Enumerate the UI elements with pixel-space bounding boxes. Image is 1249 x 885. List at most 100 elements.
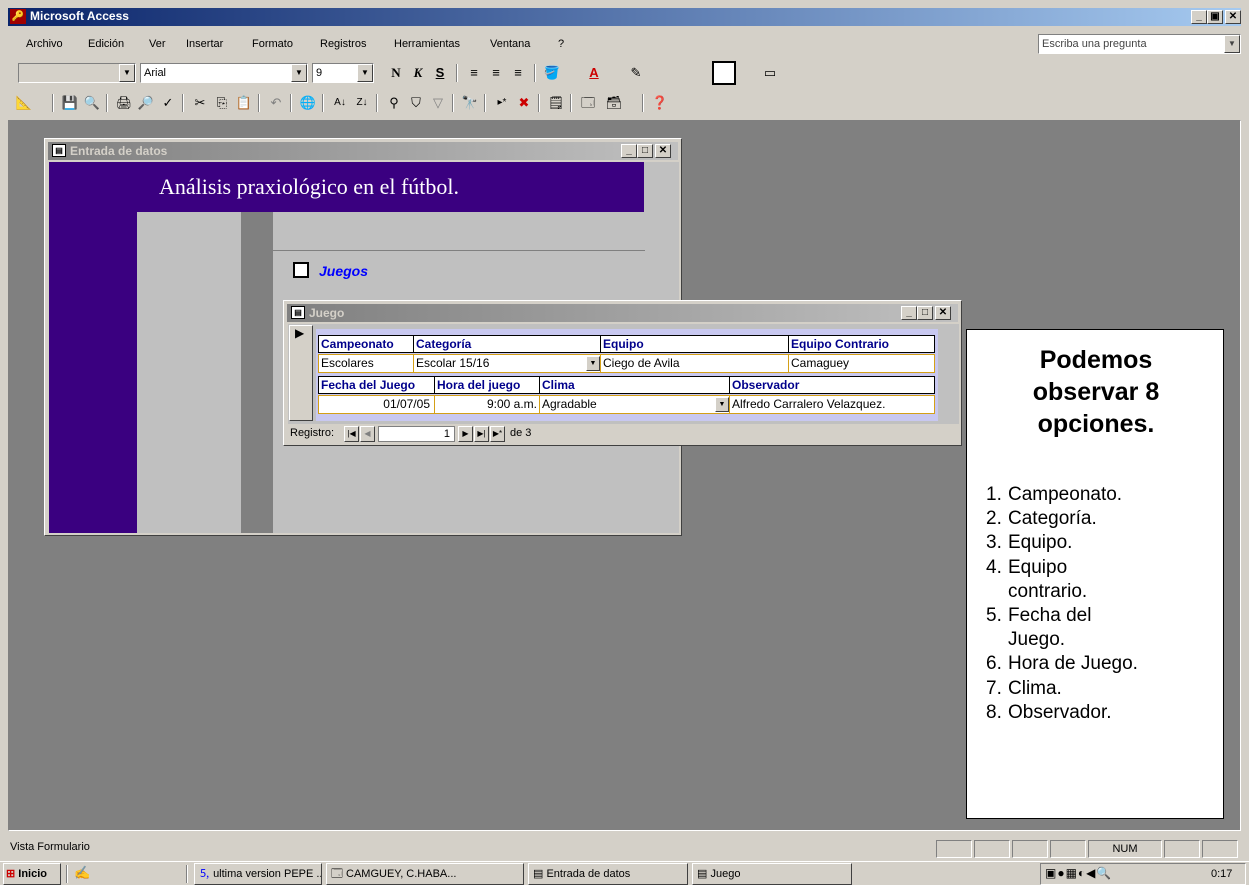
help-icon[interactable]: ❓ <box>650 93 670 113</box>
italic-button[interactable]: K <box>408 63 428 83</box>
last-record-button[interactable]: ▶| <box>474 426 489 442</box>
align-center-icon[interactable]: ≡ <box>486 63 506 83</box>
close-button[interactable]: ✕ <box>1225 10 1241 24</box>
taskbar-item-camguey[interactable]: 🗔 CAMGUEY, C.HABA... <box>326 863 524 885</box>
border-icon[interactable] <box>712 61 736 85</box>
new-record-button[interactable]: ▶* <box>490 426 505 442</box>
menu-help[interactable]: ? <box>558 34 564 54</box>
filter-form-icon[interactable]: ⛉ <box>406 93 426 113</box>
start-button[interactable]: ⊞ Inicio <box>3 863 61 885</box>
delete-record-icon[interactable]: ✖ <box>514 93 534 113</box>
filter-selection-icon[interactable]: ⚲ <box>384 93 404 113</box>
categoria-dropdown-arrow[interactable]: ▼ <box>586 356 600 371</box>
new-object-icon[interactable]: 🗃 <box>604 93 624 113</box>
field-campeonato[interactable]: Escolares <box>318 354 414 373</box>
taskbar-item-word[interactable]: 🄆 ultima version PEPE ... <box>194 863 322 885</box>
fill-color-icon[interactable]: 🪣 <box>542 63 562 83</box>
hyperlink-icon[interactable]: 🌐 <box>298 93 318 113</box>
cut-icon[interactable]: ✂ <box>190 93 210 113</box>
toolbar-separator <box>106 94 108 112</box>
header-equipo: Equipo <box>600 335 789 353</box>
minimize-button[interactable]: _ <box>1191 10 1207 24</box>
next-record-button[interactable]: ▶ <box>458 426 473 442</box>
menu-ventana[interactable]: Ventana <box>490 34 530 54</box>
object-combo-arrow[interactable]: ▼ <box>119 64 135 82</box>
subform-minimize-button[interactable]: _ <box>901 306 917 320</box>
juegos-option-label[interactable]: Juegos <box>319 263 368 279</box>
object-combo[interactable]: ▼ <box>18 63 136 83</box>
size-combo-arrow[interactable]: ▼ <box>357 64 373 82</box>
quick-launch-icon[interactable]: ✍ <box>74 865 90 881</box>
form-window-titlebar[interactable]: ▤ Entrada de datos _ □ ✕ <box>48 142 678 160</box>
field-fecha[interactable]: 01/07/05 <box>318 395 435 414</box>
taskbar-item-juego[interactable]: ▤ Juego <box>692 863 852 885</box>
toolbar-separator <box>570 94 572 112</box>
menu-insertar[interactable]: Insertar <box>186 34 223 54</box>
view-icon[interactable]: 📐 <box>14 93 34 113</box>
help-dropdown-arrow[interactable]: ▼ <box>1224 35 1240 53</box>
subform-maximize-button[interactable]: □ <box>917 306 933 320</box>
find-icon[interactable]: 🔭 <box>460 93 480 113</box>
status-bar: Vista Formulario NUM <box>8 838 1241 858</box>
field-observador[interactable]: Alfredo Carralero Velazquez. <box>729 395 935 414</box>
undo-icon[interactable]: ↶ <box>266 93 286 113</box>
line-width-icon[interactable]: ▭ <box>760 63 780 83</box>
properties-icon[interactable]: 🗒 <box>546 93 566 113</box>
menu-registros[interactable]: Registros <box>320 34 366 54</box>
juegos-option-box[interactable] <box>293 262 309 278</box>
database-window-icon[interactable]: 🗔 <box>578 93 598 113</box>
taskbar-item-entrada[interactable]: ▤ Entrada de datos <box>528 863 688 885</box>
menu-archivo[interactable]: Archivo <box>26 34 63 54</box>
clima-dropdown-arrow[interactable]: ▼ <box>715 397 729 412</box>
spelling-icon[interactable]: ✓ <box>158 93 178 113</box>
field-hora[interactable]: 9:00 a.m. <box>434 395 540 414</box>
underline-button[interactable]: S <box>430 63 450 83</box>
form-toolbar: 📐 💾 🔍 🖨 🔎 ✓ ✂ ⎘ 📋 ↶ 🌐 A↓ Z↓ ⚲ ⛉ ▽ 🔭 ▸* ✖… <box>8 90 808 116</box>
form-maximize-button[interactable]: □ <box>637 144 653 158</box>
tray-icons[interactable]: ▣●▦◐◀🔍 <box>1045 866 1112 880</box>
line-color-icon[interactable]: ✎ <box>626 63 646 83</box>
font-color-icon[interactable]: A <box>584 63 604 83</box>
field-equipo[interactable]: Ciego de Avila <box>600 354 789 373</box>
record-selector[interactable]: ▶ <box>289 325 313 421</box>
align-right-icon[interactable]: ≡ <box>508 63 528 83</box>
copy-icon[interactable]: ⎘ <box>212 93 232 113</box>
menu-edicion[interactable]: Edición <box>88 34 124 54</box>
form-close-button[interactable]: ✕ <box>655 144 671 158</box>
help-question-placeholder: Escriba una pregunta <box>1042 38 1147 50</box>
start-label: Inicio <box>18 868 48 880</box>
font-combo-arrow[interactable]: ▼ <box>291 64 307 82</box>
field-clima[interactable]: Agradable ▼ <box>539 395 730 414</box>
align-left-icon[interactable]: ≡ <box>464 63 484 83</box>
header-campeonato: Campeonato <box>318 335 414 353</box>
current-record-input[interactable]: 1 <box>378 426 455 442</box>
header-fecha: Fecha del Juego <box>318 376 435 394</box>
field-equipo-contrario[interactable]: Camaguey <box>788 354 935 373</box>
size-combo[interactable]: 9 ▼ <box>312 63 374 83</box>
apply-filter-icon[interactable]: ▽ <box>428 93 448 113</box>
restore-button[interactable]: ▣ <box>1207 10 1223 24</box>
bold-button[interactable]: N <box>386 63 406 83</box>
print-preview-icon[interactable]: 🔎 <box>136 93 156 113</box>
previous-record-button[interactable]: ◀ <box>360 426 375 442</box>
sort-ascending-icon[interactable]: A↓ <box>330 93 350 113</box>
access-key-icon: 🔑 <box>10 9 26 24</box>
font-combo[interactable]: Arial ▼ <box>140 63 308 83</box>
format-toolbar: ▼ Arial ▼ 9 ▼ N K S ≡ ≡ ≡ 🪣 A ✎ ▭ <box>8 60 828 86</box>
menu-formato[interactable]: Formato <box>252 34 293 54</box>
save-icon[interactable]: 💾 <box>60 93 80 113</box>
help-question-input[interactable]: Escriba una pregunta ▼ <box>1038 34 1241 54</box>
sort-descending-icon[interactable]: Z↓ <box>352 93 372 113</box>
app-titlebar[interactable]: 🔑 Microsoft Access _ ▣ ✕ <box>8 8 1241 26</box>
paste-icon[interactable]: 📋 <box>234 93 254 113</box>
first-record-button[interactable]: |◀ <box>344 426 359 442</box>
subform-titlebar[interactable]: ▤ Juego _ □ ✕ <box>287 304 958 322</box>
search-file-icon[interactable]: 🔍 <box>82 93 102 113</box>
field-categoria[interactable]: Escolar 15/16 ▼ <box>413 354 601 373</box>
subform-close-button[interactable]: ✕ <box>935 306 951 320</box>
print-icon[interactable]: 🖨 <box>114 93 134 113</box>
menu-herramientas[interactable]: Herramientas <box>394 34 460 54</box>
new-record-icon[interactable]: ▸* <box>492 93 512 113</box>
form-minimize-button[interactable]: _ <box>621 144 637 158</box>
menu-ver[interactable]: Ver <box>149 34 166 54</box>
